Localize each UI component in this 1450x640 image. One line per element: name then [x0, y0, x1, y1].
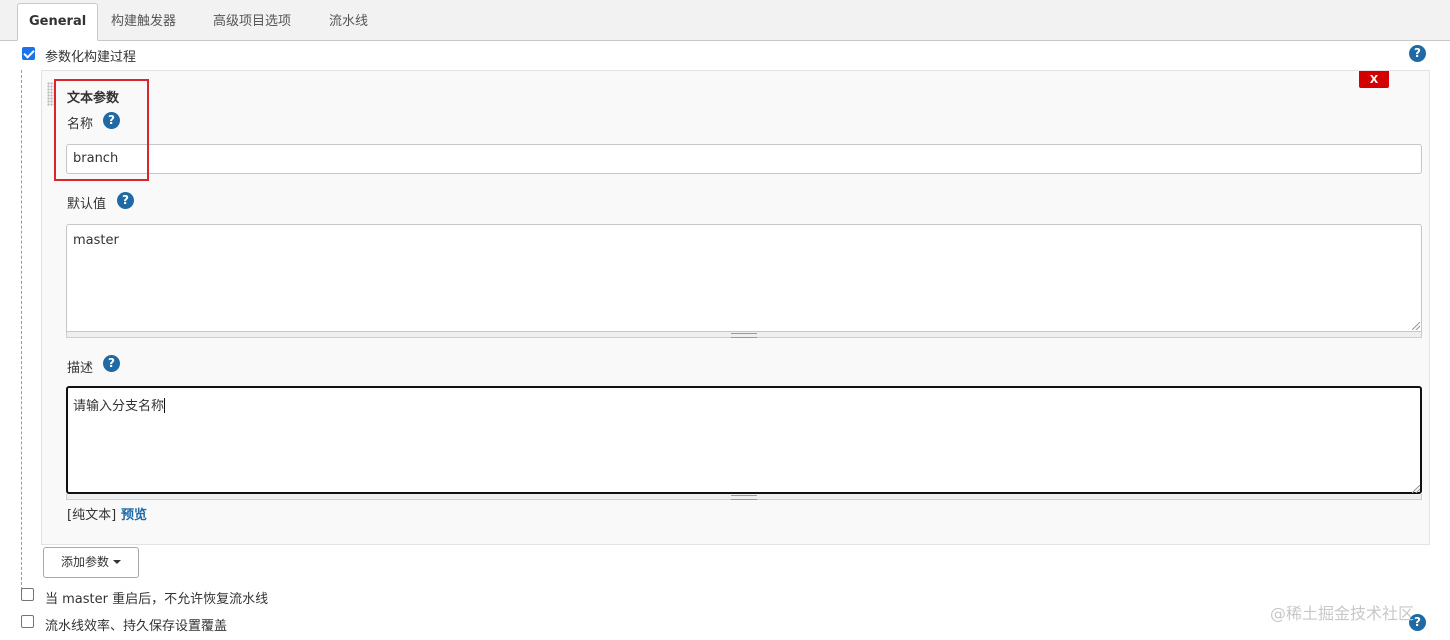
- preview-link[interactable]: 预览: [121, 504, 147, 523]
- durability-override-checkbox[interactable]: [21, 615, 34, 628]
- parameterized-build-label: 参数化构建过程: [45, 50, 137, 65]
- highlight-box: [54, 79, 149, 181]
- resize-corner-icon[interactable]: [1412, 485, 1420, 493]
- plain-text-label: [纯文本]: [67, 508, 117, 523]
- description-text: 请输入分支名称: [73, 399, 165, 414]
- parameterized-help-icon[interactable]: ?: [1409, 45, 1426, 62]
- description-help-icon[interactable]: ?: [103, 355, 120, 372]
- tab-pipeline[interactable]: 流水线: [329, 8, 368, 36]
- watermark: @稀土掘金技术社区: [1270, 604, 1415, 623]
- tab-build-triggers[interactable]: 构建触发器: [111, 8, 176, 36]
- durability-override-label: 流水线效率、持久保存设置覆盖: [45, 619, 228, 634]
- default-value-help-icon[interactable]: ?: [117, 192, 134, 209]
- default-value-resize-bar[interactable]: [66, 332, 1422, 338]
- disable-resume-checkbox[interactable]: [21, 588, 34, 601]
- add-parameter-button[interactable]: 添加参数: [43, 547, 139, 578]
- description-textarea[interactable]: 请输入分支名称: [66, 386, 1422, 494]
- section-guide-line: [21, 70, 22, 590]
- tab-general[interactable]: General: [17, 3, 99, 41]
- name-input[interactable]: branch: [66, 144, 1422, 174]
- default-value-textarea[interactable]: master: [66, 224, 1422, 332]
- description-resize-bar[interactable]: [66, 494, 1422, 500]
- chevron-down-icon: [113, 560, 121, 564]
- description-label: 描述: [67, 361, 94, 376]
- add-parameter-label: 添加参数: [60, 555, 109, 569]
- delete-parameter-button[interactable]: X: [1359, 71, 1389, 88]
- parameterized-build-checkbox[interactable]: [22, 47, 35, 60]
- disable-resume-label: 当 master 重启后，不允许恢复流水线: [45, 592, 269, 607]
- resize-corner-icon[interactable]: [1412, 322, 1420, 330]
- text-cursor: [164, 398, 166, 413]
- tab-bar: General 构建触发器 高级项目选项 流水线: [0, 0, 1450, 41]
- default-value-label: 默认值: [67, 197, 107, 212]
- tab-advanced-options[interactable]: 高级项目选项: [213, 8, 291, 36]
